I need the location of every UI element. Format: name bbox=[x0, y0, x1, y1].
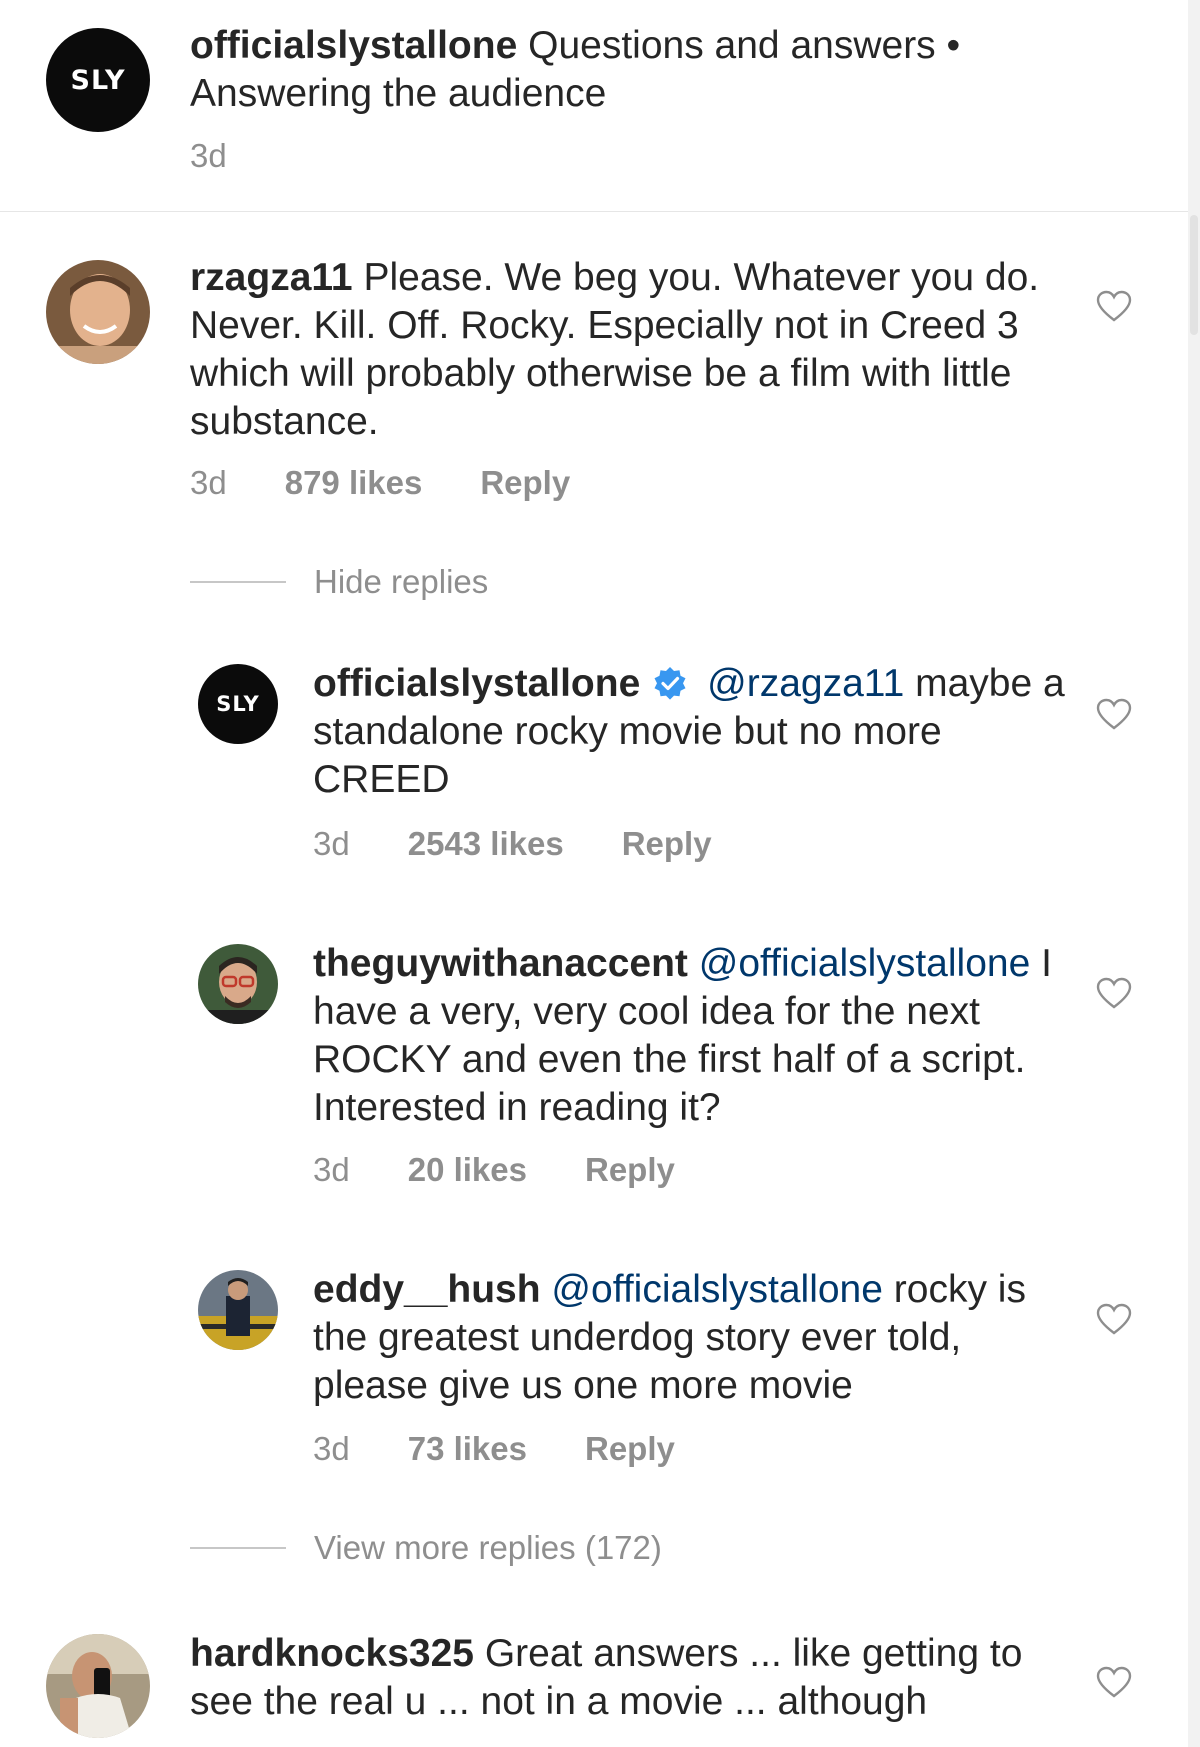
user-photo-icon bbox=[198, 1270, 278, 1350]
reply-time: 3d bbox=[313, 825, 350, 862]
reply-text: eddy__hush @officialslystallone rocky is… bbox=[313, 1266, 1073, 1410]
scrollbar-thumb[interactable] bbox=[1190, 215, 1198, 335]
comment-username[interactable]: rzagza11 bbox=[190, 256, 353, 299]
view-more-replies-toggle[interactable]: View more replies (172) bbox=[190, 1529, 662, 1567]
verified-badge-icon bbox=[654, 667, 686, 700]
comment-likes[interactable]: 879 likes bbox=[285, 464, 423, 502]
divider-line bbox=[190, 1547, 286, 1549]
reply-meta: 3d 73 likes Reply bbox=[313, 1430, 675, 1468]
avatar[interactable] bbox=[46, 260, 150, 364]
mention-link[interactable]: @officialslystallone bbox=[699, 942, 1031, 985]
user-photo-icon bbox=[46, 1634, 150, 1738]
reply-button[interactable]: Reply bbox=[622, 825, 712, 863]
reply-text: officialslystallone @rzagza11 maybe a st… bbox=[313, 660, 1073, 804]
mention-link[interactable]: @rzagza11 bbox=[707, 662, 904, 705]
reply-button[interactable]: Reply bbox=[480, 464, 570, 502]
comment-username[interactable]: hardknocks325 bbox=[190, 1632, 474, 1675]
reply-username[interactable]: eddy__hush bbox=[313, 1268, 541, 1311]
reply-time: 3d bbox=[313, 1151, 350, 1188]
like-heart-icon[interactable] bbox=[1096, 1303, 1132, 1335]
reply-meta: 3d 2543 likes Reply bbox=[313, 825, 712, 863]
like-heart-icon[interactable] bbox=[1096, 290, 1132, 322]
scrollbar[interactable] bbox=[1188, 0, 1200, 1747]
hide-replies-label: Hide replies bbox=[314, 563, 489, 600]
view-more-replies-label: View more replies (172) bbox=[314, 1529, 662, 1566]
comment-text: rzagza11 Please. We beg you. Whatever yo… bbox=[190, 254, 1060, 446]
sly-logo: SLY bbox=[70, 64, 126, 96]
avatar[interactable]: SLY bbox=[46, 28, 150, 132]
avatar[interactable] bbox=[46, 1634, 150, 1738]
reply-likes[interactable]: 2543 likes bbox=[408, 825, 564, 863]
reply-button[interactable]: Reply bbox=[585, 1430, 675, 1468]
caption-time: 3d bbox=[190, 137, 227, 174]
comment-meta: 3d 879 likes Reply bbox=[190, 464, 570, 502]
sly-logo: SLY bbox=[216, 692, 260, 716]
caption-username[interactable]: officialslystallone bbox=[190, 24, 517, 67]
caption-text: officialslystallone Questions and answer… bbox=[190, 22, 1090, 118]
reply-username[interactable]: officialslystallone bbox=[313, 662, 640, 705]
reply-button[interactable]: Reply bbox=[585, 1151, 675, 1189]
comment-text: hardknocks325 Great answers ... like get… bbox=[190, 1630, 1060, 1726]
like-heart-icon[interactable] bbox=[1096, 977, 1132, 1009]
reply-meta: 3d 20 likes Reply bbox=[313, 1151, 675, 1189]
post-caption: SLY officialslystallone Questions and an… bbox=[0, 0, 1188, 212]
mention-link[interactable]: @officialslystallone bbox=[551, 1268, 883, 1311]
avatar[interactable]: SLY bbox=[198, 664, 278, 744]
avatar[interactable] bbox=[198, 1270, 278, 1350]
like-heart-icon[interactable] bbox=[1096, 698, 1132, 730]
comment-time: 3d bbox=[190, 464, 227, 501]
reply-likes[interactable]: 73 likes bbox=[408, 1430, 527, 1468]
avatar[interactable] bbox=[198, 944, 278, 1024]
reply-username[interactable]: theguywithanaccent bbox=[313, 942, 688, 985]
like-heart-icon[interactable] bbox=[1096, 1666, 1132, 1698]
reply-text: theguywithanaccent @officialslystallone … bbox=[313, 940, 1073, 1132]
hide-replies-toggle[interactable]: Hide replies bbox=[190, 563, 488, 601]
user-photo-icon bbox=[198, 944, 278, 1024]
user-photo-icon bbox=[46, 260, 150, 364]
reply-likes[interactable]: 20 likes bbox=[408, 1151, 527, 1189]
reply-time: 3d bbox=[313, 1430, 350, 1467]
divider-line bbox=[190, 581, 286, 583]
